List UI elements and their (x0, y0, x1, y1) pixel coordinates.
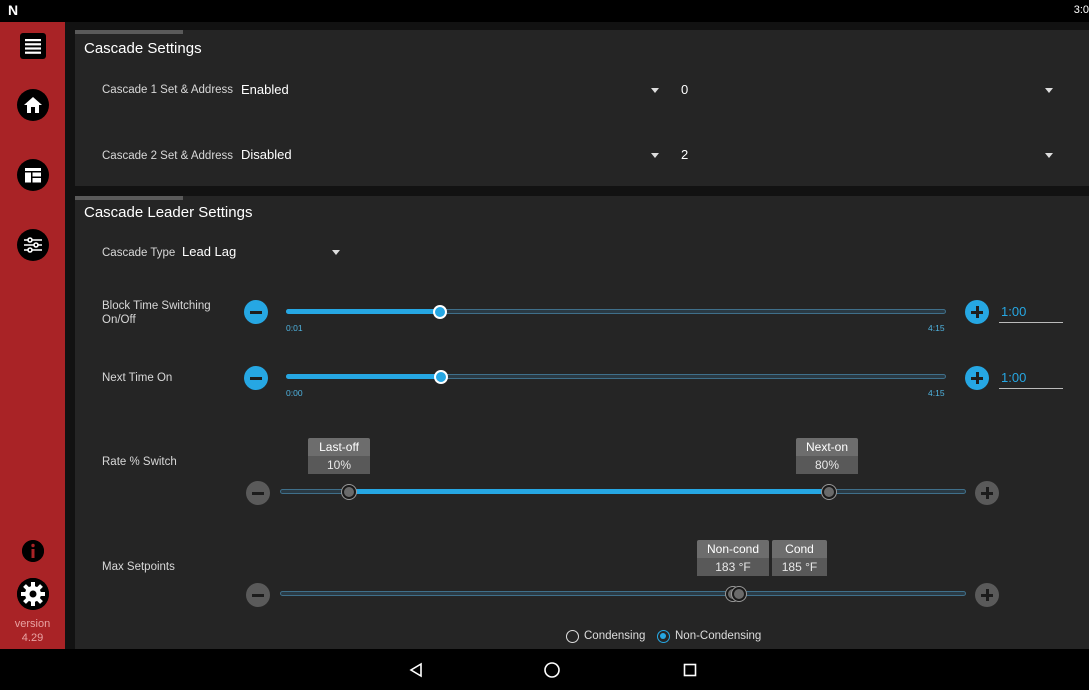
cascade-1-label: Cascade 1 Set & Address (102, 84, 234, 96)
navigation-bar (0, 649, 1089, 690)
app-logo-icon: N (8, 2, 19, 18)
decrement-button[interactable] (246, 583, 270, 607)
max-setpoints-slider-track[interactable] (280, 591, 966, 596)
cascade-type-label: Cascade Type (102, 247, 176, 259)
chevron-down-icon[interactable] (651, 88, 659, 93)
bubble-value: 80% (796, 456, 858, 474)
card-title: Cascade Leader Settings (84, 204, 253, 221)
cascade-2-label: Cascade 2 Set & Address (102, 150, 234, 162)
increment-button[interactable] (975, 481, 999, 505)
slider-max-label: 4:15 (928, 388, 945, 398)
cascade-leader-settings-card: Cascade Leader Settings Cascade Type Lea… (75, 196, 1089, 649)
block-time-input[interactable]: 1:00 (999, 302, 1063, 323)
chevron-down-icon[interactable] (332, 250, 340, 255)
condensing-radio[interactable] (566, 630, 579, 643)
version-number: 4.29 (21, 632, 44, 644)
non-condensing-radio[interactable] (657, 630, 670, 643)
cascade-2-address-select[interactable]: 2 (681, 147, 688, 162)
next-on-thumb[interactable] (821, 485, 836, 499)
next-time-slider-fill (286, 374, 442, 379)
cascade-type-select[interactable]: Lead Lag (182, 244, 236, 259)
cascade-1-status-select[interactable]: Enabled (241, 82, 289, 97)
cascade-settings-card: Cascade Settings Cascade 1 Set & Address… (75, 30, 1089, 186)
next-time-input[interactable]: 1:00 (999, 368, 1063, 389)
condensing-radio-label[interactable]: Condensing (584, 630, 645, 642)
sidebar: version 4.29 (0, 22, 65, 649)
cond-thumb[interactable] (732, 587, 746, 601)
version-label: version 4.29 (0, 617, 65, 645)
chevron-down-icon[interactable] (1045, 153, 1053, 158)
recents-icon[interactable] (679, 659, 701, 681)
info-icon[interactable] (22, 540, 44, 562)
cascade-2-status-select[interactable]: Disabled (241, 147, 292, 162)
card-tab-indicator (75, 196, 183, 200)
block-time-label: Block Time Switching On/Off (102, 300, 211, 326)
chevron-down-icon[interactable] (1045, 88, 1053, 93)
bubble-value: 10% (308, 456, 370, 474)
card-tab-indicator (75, 30, 183, 34)
gear-icon[interactable] (17, 578, 49, 610)
cond-bubble: Cond 185 °F (772, 540, 827, 576)
decrement-button[interactable] (244, 366, 268, 390)
sliders-icon[interactable] (17, 229, 49, 261)
dashboard-icon[interactable] (17, 159, 49, 191)
home-nav-icon[interactable] (541, 659, 563, 681)
max-setpoints-label: Max Setpoints (102, 561, 175, 573)
status-clock: 3:0 (1073, 4, 1089, 16)
bubble-title: Non-cond (706, 542, 760, 556)
chevron-down-icon[interactable] (651, 153, 659, 158)
status-bar: N 3:0 (0, 0, 1089, 22)
card-title: Cascade Settings (84, 40, 202, 57)
last-off-thumb[interactable] (341, 485, 356, 499)
rate-switch-label: Rate % Switch (102, 456, 177, 468)
last-off-bubble: Last-off 10% (308, 438, 370, 474)
block-time-slider-thumb[interactable] (433, 305, 448, 319)
next-time-label: Next Time On (102, 372, 173, 384)
bubble-value: 185 °F (772, 558, 827, 576)
bubble-title: Next-on (805, 440, 849, 454)
rate-switch-slider-fill (348, 489, 829, 494)
bubble-value: 183 °F (697, 558, 769, 576)
slider-min-label: 0:00 (286, 388, 303, 398)
increment-button[interactable] (975, 583, 999, 607)
non-cond-bubble: Non-cond 183 °F (697, 540, 769, 576)
home-icon[interactable] (17, 89, 49, 121)
cascade-1-address-select[interactable]: 0 (681, 82, 688, 97)
block-time-slider-fill (286, 309, 441, 314)
slider-max-label: 4:15 (928, 323, 945, 333)
increment-button[interactable] (965, 300, 989, 324)
main-content: Cascade Settings Cascade 1 Set & Address… (65, 22, 1089, 649)
version-text: version (14, 618, 51, 630)
back-icon[interactable] (405, 659, 427, 681)
bubble-title: Cond (785, 542, 814, 556)
increment-button[interactable] (965, 366, 989, 390)
next-on-bubble: Next-on 80% (796, 438, 858, 474)
slider-min-label: 0:01 (286, 323, 303, 333)
decrement-button[interactable] (246, 481, 270, 505)
non-condensing-radio-label[interactable]: Non-Condensing (675, 630, 761, 642)
hamburger-icon[interactable] (20, 33, 46, 59)
next-time-slider-thumb[interactable] (434, 370, 449, 384)
decrement-button[interactable] (244, 300, 268, 324)
bubble-title: Last-off (319, 440, 359, 454)
